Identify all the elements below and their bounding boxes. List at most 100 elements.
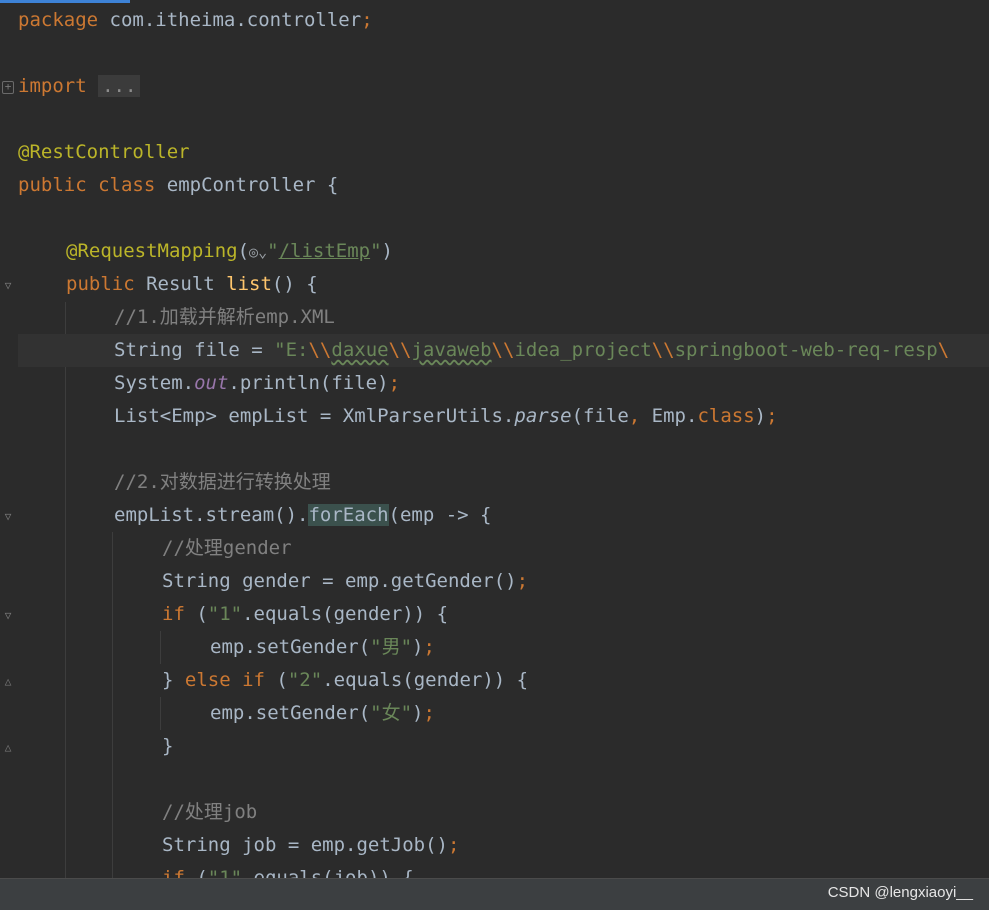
code-text: String gender = emp.getGender() — [162, 570, 517, 592]
string: idea_project — [514, 339, 652, 361]
code-text: System. — [114, 372, 195, 394]
code-text: empList.stream(). — [114, 504, 309, 526]
editor-gutter: + ▽ ▽ ▽ △ △ — [0, 0, 16, 878]
escape: \\ — [651, 339, 675, 361]
comma: , — [628, 405, 641, 427]
code-text: ) — [412, 702, 424, 724]
code-text: .equals(gender)) { — [242, 603, 449, 625]
comment: //处理gender — [162, 537, 292, 559]
escape: \ — [937, 339, 950, 361]
annotation: @RequestMapping — [66, 240, 238, 262]
code-text: .equals(gender)) { — [322, 669, 529, 691]
code-line-set-gender: emp.setGender("女"); — [18, 697, 989, 730]
code-line-package: package com.itheima.controller; — [18, 4, 989, 37]
brace: } — [162, 669, 185, 691]
string: javaweb — [411, 339, 492, 361]
class-name: empController — [166, 174, 316, 196]
brace: } — [162, 735, 174, 757]
fold-end-icon[interactable]: △ — [2, 675, 14, 688]
keyword: public — [66, 273, 135, 295]
fold-expand-icon[interactable]: + — [2, 81, 14, 94]
code-line-method: public Result list() { — [18, 268, 989, 301]
status-bar: CSDN @lengxiaoyi__ — [0, 878, 989, 910]
paren: ) — [381, 240, 393, 262]
string: "1" — [207, 603, 243, 625]
code-text: .equals(job)) { — [242, 867, 414, 878]
folded-imports[interactable]: ... — [98, 75, 141, 97]
static-field: out — [194, 372, 229, 394]
highlighted-method: forEach — [308, 504, 389, 526]
brace: { — [326, 174, 339, 196]
fold-end-icon[interactable]: △ — [2, 741, 14, 754]
code-text: .println(file) — [228, 372, 389, 394]
code-text: String job = emp.getJob() — [162, 834, 448, 856]
static-method: parse — [514, 405, 572, 427]
globe-icon[interactable]: ◎ — [249, 236, 258, 269]
comment: //2.对数据进行转换处理 — [114, 471, 331, 493]
escape: \\ — [491, 339, 515, 361]
code-line-job: String job = emp.getJob(); — [18, 829, 989, 862]
code-line-mapping: @RequestMapping(◎⌄"/listEmp") — [18, 235, 989, 268]
comment: //1.加载并解析emp.XML — [114, 306, 335, 328]
code-line-else-if: } else if ("2".equals(gender)) { — [18, 664, 989, 697]
code-text: List<Emp> empList = XmlParserUtils. — [114, 405, 515, 427]
code-text: emp.setGender( — [210, 636, 371, 658]
code-line-import: import ... — [18, 70, 989, 103]
escape: \\ — [388, 339, 412, 361]
keyword: class — [98, 174, 156, 196]
fold-collapse-icon[interactable]: ▽ — [2, 609, 14, 622]
string: "2" — [287, 669, 323, 691]
code-editor[interactable]: + ▽ ▽ ▽ △ △ package com.itheima.controll… — [0, 0, 989, 878]
keyword: else if — [184, 669, 265, 691]
string-quote: " — [370, 240, 382, 262]
code-text: ( — [184, 603, 208, 625]
escape: \\ — [308, 339, 332, 361]
keyword: class — [697, 405, 755, 427]
fold-collapse-icon[interactable]: ▽ — [2, 279, 14, 292]
code-line-annotation: @RestController — [18, 136, 989, 169]
semicolon: ; — [423, 636, 435, 658]
code-text: (file — [571, 405, 629, 427]
keyword: if — [162, 867, 185, 878]
keyword: if — [162, 603, 185, 625]
annotation: @RestController — [18, 141, 190, 163]
code-text: ( — [264, 669, 288, 691]
paren: ( — [237, 240, 250, 262]
code-line-list: List<Emp> empList = XmlParserUtils.parse… — [18, 400, 989, 433]
code-text: ) — [754, 405, 767, 427]
string: daxue — [331, 339, 389, 361]
code-line-close-brace: } — [18, 730, 989, 763]
fold-collapse-icon[interactable]: ▽ — [2, 510, 14, 523]
code-line-if-job: if ("1".equals(job)) { — [18, 862, 989, 878]
code-text: emp.setGender( — [210, 702, 371, 724]
chevron-down-icon[interactable]: ⌄ — [258, 236, 267, 269]
package-name: com.itheima.controller — [98, 9, 362, 31]
string: "E: — [274, 339, 309, 361]
code-text: ) — [412, 636, 424, 658]
method-signature: () { — [271, 273, 318, 295]
code-line-gender: String gender = emp.getGender(); — [18, 565, 989, 598]
string: "1" — [207, 867, 243, 878]
semicolon: ; — [423, 702, 435, 724]
code-line-comment: //处理gender — [18, 532, 989, 565]
semicolon: ; — [516, 570, 529, 592]
string: "女" — [370, 702, 413, 724]
return-type: Result — [134, 273, 227, 295]
code-line-current[interactable]: String file = "E:\\daxue\\javaweb\\idea_… — [18, 334, 989, 367]
code-line-comment: //1.加载并解析emp.XML — [18, 301, 989, 334]
keyword: import — [18, 75, 87, 97]
comment: //处理job — [162, 801, 258, 823]
code-text: Emp. — [640, 405, 698, 427]
method-name: list — [226, 273, 272, 295]
declaration: String file = — [114, 339, 275, 361]
semicolon: ; — [361, 9, 373, 31]
code-lines: package com.itheima.controller; import .… — [18, 4, 989, 878]
url-path-link[interactable]: /listEmp — [279, 240, 371, 262]
code-line-foreach: empList.stream().forEach(emp -> { — [18, 499, 989, 532]
keyword: public — [18, 174, 87, 196]
code-line-set-gender: emp.setGender("男"); — [18, 631, 989, 664]
